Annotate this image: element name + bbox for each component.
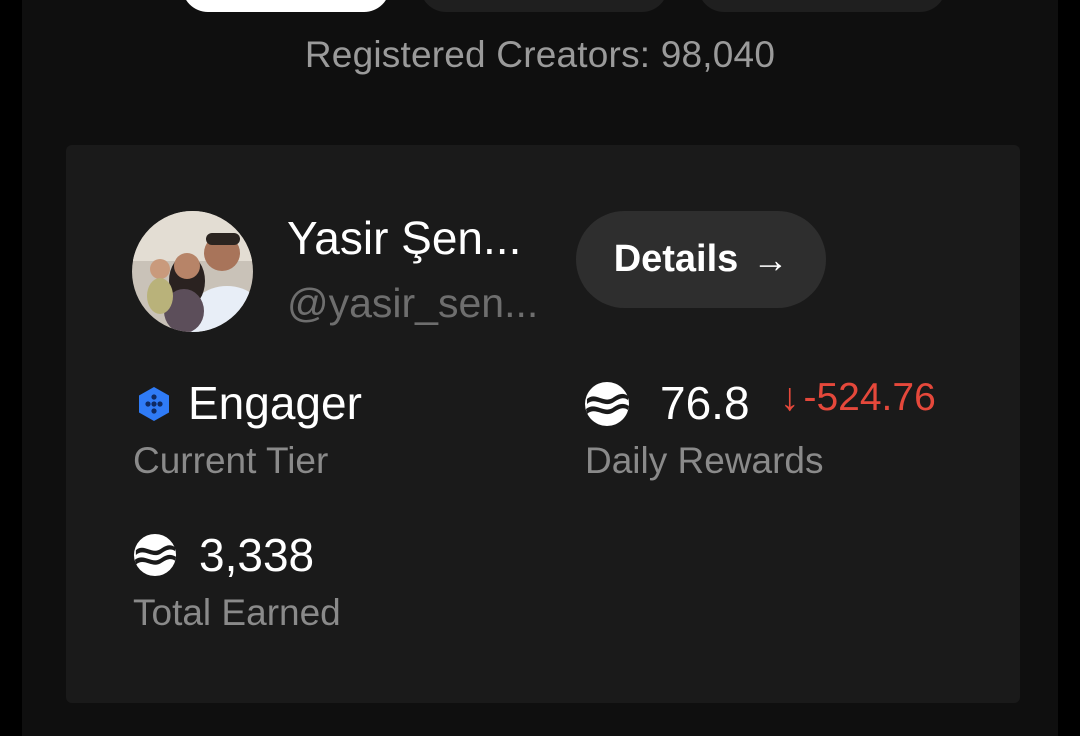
total-earned-label: Total Earned <box>133 592 341 633</box>
registered-creators-count: Registered Creators: 98,040 <box>304 34 776 75</box>
hexagon-tier-icon <box>139 387 169 421</box>
avatar[interactable] <box>132 211 253 332</box>
token-icon <box>133 533 177 577</box>
daily-rewards-label: Daily Rewards <box>585 440 824 481</box>
daily-rewards-value: 76.8 <box>660 377 750 429</box>
arrow-right-icon: → <box>752 238 789 280</box>
profile-handle: @yasir_sen... <box>287 280 539 326</box>
token-icon <box>585 382 629 426</box>
profile-name: Yasir Şen... <box>287 212 522 264</box>
daily-rewards-change: ↓ -524.76 <box>780 376 936 420</box>
daily-rewards-change-value: -524.76 <box>803 376 936 419</box>
details-label: Details <box>613 238 739 280</box>
tab-active[interactable] <box>182 0 390 12</box>
total-earned-value: 3,338 <box>199 529 315 581</box>
tab-second[interactable] <box>420 0 668 12</box>
tab-third[interactable] <box>698 0 946 12</box>
arrow-down-icon: ↓ <box>780 376 800 419</box>
tier-value: Engager <box>188 377 362 429</box>
details-button[interactable]: Details → <box>576 211 826 308</box>
tier-label: Current Tier <box>133 440 329 481</box>
